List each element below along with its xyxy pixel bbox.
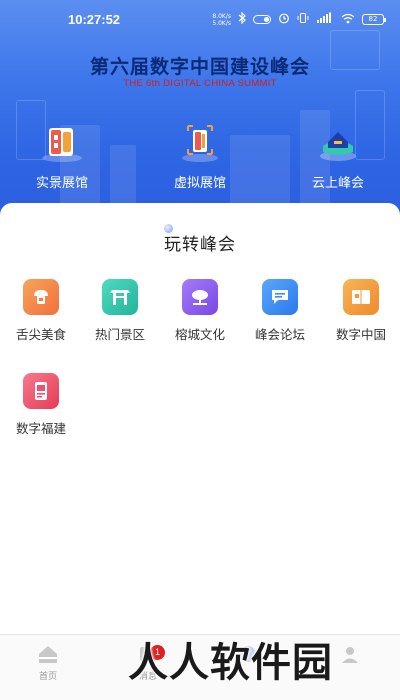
hall-label: 实景展馆 <box>35 176 88 191</box>
virtual-exhibition-icon <box>175 118 225 164</box>
status-time: 10:27:52 <box>68 12 121 27</box>
summit-subtitle: THE 6th DIGITAL CHINA SUMMIT <box>123 78 277 89</box>
grid-item-food[interactable]: 舌尖美食 <box>3 279 79 343</box>
digital-fujian-icon <box>23 373 59 409</box>
status-icons: 8.0K/s 5.0K/s 82 <box>212 11 386 27</box>
nav-label: 首页 <box>38 672 57 682</box>
toggle-icon <box>253 15 271 24</box>
banyan-tree-icon <box>182 279 218 315</box>
digital-china-book-icon <box>343 279 379 315</box>
signal-icon <box>316 12 334 27</box>
profile-icon <box>339 643 361 665</box>
real-exhibition-icon <box>37 118 87 164</box>
grid-item-forum[interactable]: 峰会论坛 <box>242 279 318 343</box>
net-speed-down: 5.0K/s <box>212 19 231 27</box>
cloud-summit-icon <box>313 118 363 164</box>
food-icon <box>23 279 59 315</box>
scenic-gate-icon <box>102 279 138 315</box>
summit-title: 第六届数字中国建设峰会 <box>89 56 310 78</box>
net-speed-up: 8.0K/s <box>212 12 231 20</box>
nav-home[interactable]: 首页 <box>18 643 78 682</box>
grid-item-scenic[interactable]: 热门景区 <box>82 279 158 343</box>
wifi-icon <box>341 13 355 27</box>
battery-icon: 82 <box>362 14 386 25</box>
skyline-decoration <box>110 145 136 205</box>
hall-label: 云上峰会 <box>311 176 364 191</box>
grid-item-label: 峰会论坛 <box>254 327 305 342</box>
grid-item-digital-china[interactable]: 数字中国 <box>323 279 399 343</box>
battery-level: 82 <box>368 15 378 23</box>
hall-cloud-summit[interactable]: 云上峰会 <box>293 118 383 191</box>
status-bar: 10:27:52 8.0K/s 5.0K/s 82 <box>0 0 400 40</box>
hall-virtual-exhibition[interactable]: 虚拟展馆 <box>155 118 245 191</box>
grid-item-label: 数字福建 <box>15 421 66 436</box>
section-title: 玩转峰会 <box>164 235 236 255</box>
header-banner: 10:27:52 8.0K/s 5.0K/s 82 第六届数字中国建设峰会 TH… <box>0 0 400 215</box>
alarm-icon <box>278 12 290 27</box>
hall-real-exhibition[interactable]: 实景展馆 <box>17 118 107 191</box>
content-sheet: 玩转峰会 舌尖美食 热门景区 榕城文化 峰会论坛 数字中国 数字福建 <box>0 203 400 635</box>
bluetooth-icon <box>238 11 246 27</box>
grid-item-culture[interactable]: 榕城文化 <box>162 279 238 343</box>
home-icon <box>37 643 59 665</box>
grid-item-label: 榕城文化 <box>174 327 225 342</box>
grid-item-label: 舌尖美食 <box>15 327 66 342</box>
hall-label: 虚拟展馆 <box>173 176 226 191</box>
network-speed: 8.0K/s 5.0K/s <box>212 13 231 27</box>
vibrate-icon <box>297 12 309 27</box>
grid-item-label: 热门景区 <box>94 327 145 342</box>
grid-item-label: 数字中国 <box>335 327 386 342</box>
grid-item-digital-fujian[interactable]: 数字福建 <box>3 373 79 437</box>
watermark-text: 人人软件园 <box>128 640 333 686</box>
forum-chat-icon <box>262 279 298 315</box>
